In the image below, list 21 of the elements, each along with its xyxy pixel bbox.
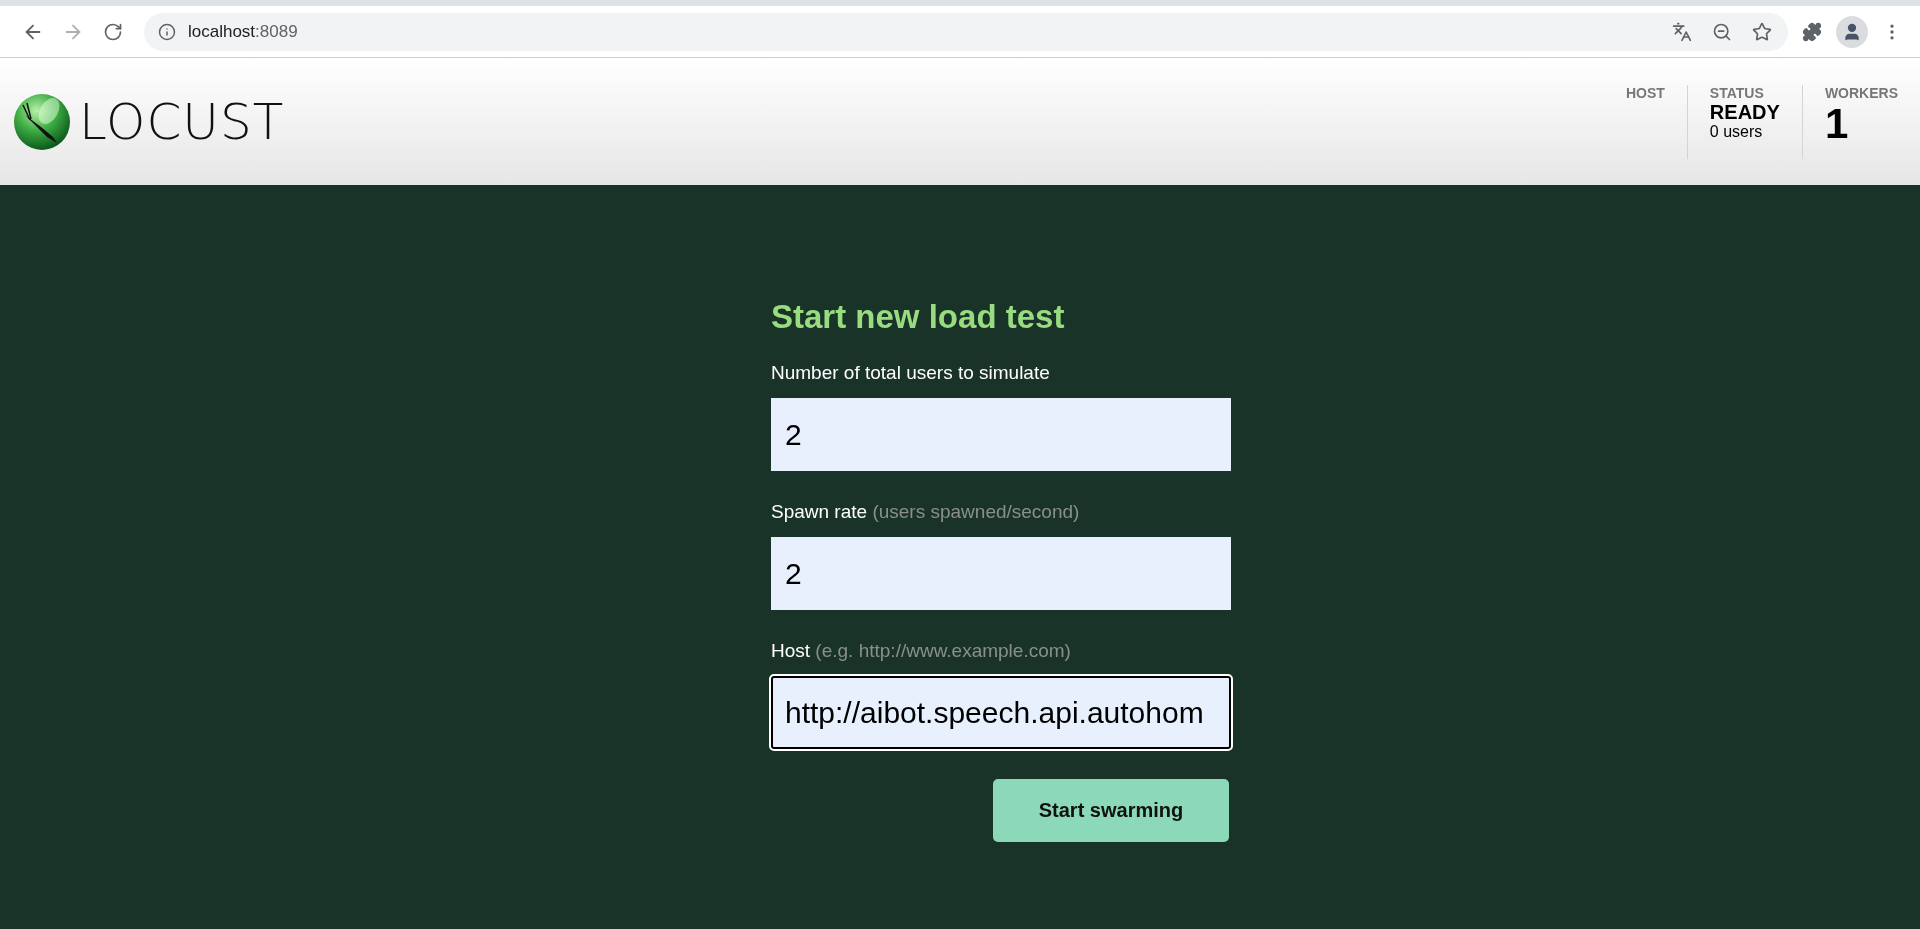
logo-text: LOCUST [79, 92, 285, 151]
start-swarming-button[interactable]: Start swarming [993, 779, 1229, 842]
stat-value: 1 [1824, 101, 1849, 148]
stat-subtext: 0 users [1709, 123, 1763, 141]
locust-logo-icon [13, 92, 71, 151]
stat-value: READY [1709, 101, 1780, 123]
info-icon [158, 22, 176, 41]
form-title: Start new load test [771, 298, 1066, 336]
stat-label: WORKERS [1824, 85, 1898, 101]
stat-label: HOST [1625, 85, 1665, 101]
profile-avatar[interactable] [1836, 15, 1868, 48]
reload-icon[interactable] [103, 21, 123, 42]
input-field[interactable]: http://aibot.speech.api.autohom [771, 676, 1231, 749]
stat-label: STATUS [1709, 85, 1764, 101]
input-field[interactable]: 2 [771, 537, 1231, 610]
url-text: localhost:8089 [188, 21, 299, 42]
field-label: Host (e.g. http://www.example.com) [771, 640, 1072, 662]
input-field[interactable]: 2 [771, 398, 1231, 471]
field-label: Number of total users to simulate [771, 362, 1051, 384]
address-bar[interactable]: localhost:8089 [144, 12, 1788, 51]
field-label: Spawn rate (users spawned/second) [771, 501, 1081, 523]
